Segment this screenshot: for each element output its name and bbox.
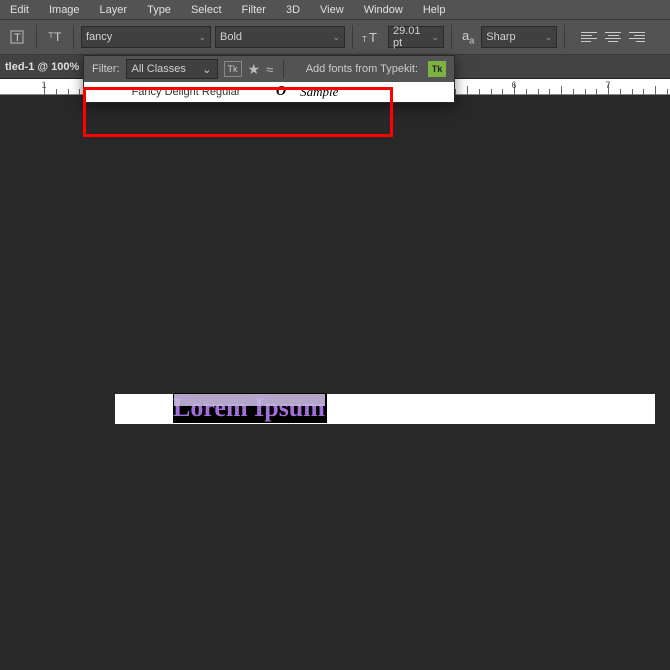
chevron-down-icon: ⌄	[545, 32, 553, 43]
svg-text:T: T	[362, 35, 367, 44]
typekit-badge-icon[interactable]: Tk	[428, 61, 446, 77]
font-size-value: 29.01 pt	[393, 25, 431, 49]
align-right-button[interactable]	[626, 26, 648, 48]
text-orientation-icon[interactable]: ⸆T	[44, 26, 66, 48]
divider	[451, 25, 452, 49]
typekit-filter-icon[interactable]: Tk	[224, 61, 242, 77]
divider	[36, 25, 37, 49]
chevron-down-icon: ⌄	[431, 32, 439, 43]
document-tab[interactable]: tled-1 @ 100% (	[5, 61, 86, 73]
divider	[73, 25, 74, 49]
svg-text:⸆T: ⸆T	[48, 30, 62, 44]
menu-3d[interactable]: 3D	[276, 4, 310, 16]
align-left-button[interactable]	[578, 26, 600, 48]
antialias-icon: aa	[462, 28, 474, 46]
font-size-dropdown[interactable]: 29.01 pt ⌄	[388, 26, 444, 48]
font-style-value: Bold	[220, 31, 242, 43]
divider	[564, 25, 565, 49]
font-picker-panel: Filter: All Classes ⌄ Tk ★ ≈ Add fonts f…	[83, 55, 455, 103]
menu-bar: Edit Image Layer Type Select Filter 3D V…	[0, 0, 670, 20]
menu-type[interactable]: Type	[137, 4, 181, 16]
font-result-glyph: O	[276, 84, 286, 100]
options-bar: T ⸆T fancy ⌄ Bold ⌄ TT 29.01 pt ⌄ aa Sha…	[0, 20, 670, 55]
font-family-value: fancy	[86, 31, 112, 43]
menu-window[interactable]: Window	[354, 4, 413, 16]
text-layer[interactable]: Lorem Ipsum	[173, 393, 327, 423]
font-size-icon: TT	[362, 29, 382, 45]
filter-label: Filter:	[92, 63, 120, 75]
font-result-sample: Sample	[300, 84, 338, 100]
font-result-row[interactable]: Fancy Delight Regular O Sample	[84, 82, 454, 102]
chevron-down-icon: ⌄	[332, 32, 340, 43]
tool-preset-icon[interactable]: T	[5, 25, 29, 49]
align-center-button[interactable]	[602, 26, 624, 48]
font-panel-header: Filter: All Classes ⌄ Tk ★ ≈ Add fonts f…	[84, 56, 454, 82]
menu-filter[interactable]: Filter	[232, 4, 276, 16]
menu-image[interactable]: Image	[39, 4, 90, 16]
chevron-down-icon: ⌄	[198, 32, 206, 43]
menu-select[interactable]: Select	[181, 4, 232, 16]
canvas[interactable]: Lorem Ipsum	[0, 95, 670, 670]
antialias-value: Sharp	[486, 31, 515, 43]
divider	[283, 60, 284, 78]
menu-edit[interactable]: Edit	[0, 4, 39, 16]
text-align-group	[578, 26, 648, 48]
font-filter-dropdown[interactable]: All Classes ⌄	[126, 59, 218, 79]
menu-layer[interactable]: Layer	[90, 4, 138, 16]
menu-help[interactable]: Help	[413, 4, 456, 16]
divider	[352, 25, 353, 49]
font-filter-value: All Classes	[132, 63, 186, 75]
svg-text:T: T	[369, 30, 377, 45]
svg-text:T: T	[14, 32, 21, 44]
similar-filter-icon[interactable]: ≈	[266, 62, 273, 77]
typekit-link-label: Add fonts from Typekit:	[306, 63, 418, 75]
text-selection-highlight	[174, 394, 325, 406]
font-family-dropdown[interactable]: fancy ⌄	[81, 26, 211, 48]
chevron-down-icon: ⌄	[202, 63, 211, 76]
font-style-dropdown[interactable]: Bold ⌄	[215, 26, 345, 48]
antialias-dropdown[interactable]: Sharp ⌄	[481, 26, 557, 48]
menu-view[interactable]: View	[310, 4, 354, 16]
font-result-name: Fancy Delight Regular	[96, 86, 276, 98]
favorite-filter-icon[interactable]: ★	[248, 61, 261, 78]
